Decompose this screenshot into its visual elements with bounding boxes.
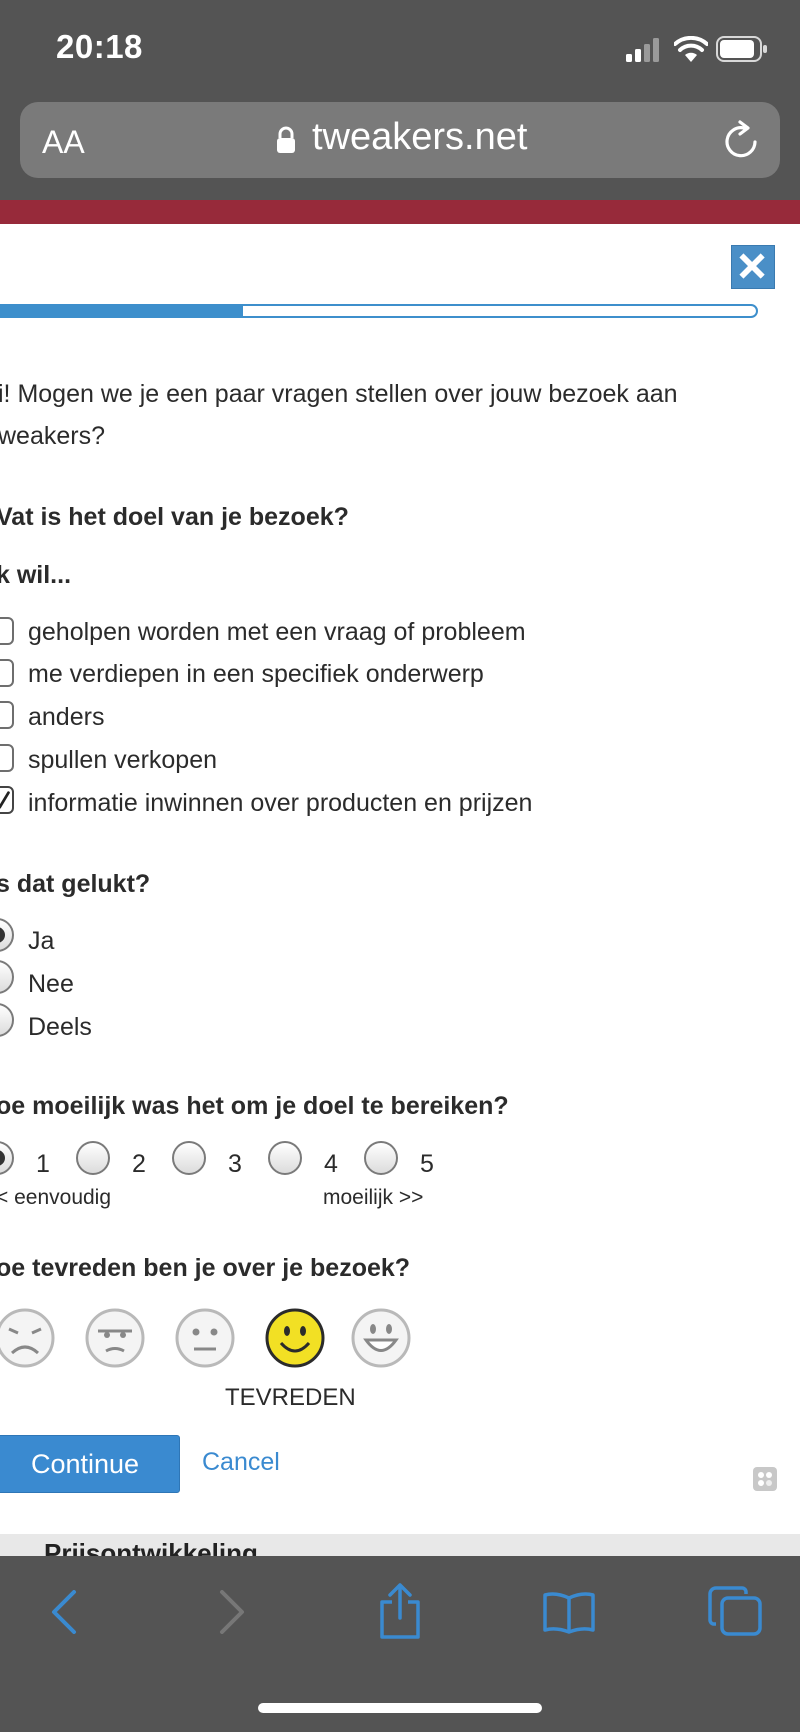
- very-happy-face-icon[interactable]: [350, 1307, 412, 1369]
- question-success-title: s dat gelukt?: [0, 870, 151, 898]
- checkbox-product-info[interactable]: [0, 786, 14, 814]
- status-time: 20:18: [56, 28, 143, 65]
- radio-difficulty-4[interactable]: [268, 1141, 302, 1175]
- checkbox-sell-label: spullen verkopen: [28, 746, 218, 774]
- radio-difficulty-3[interactable]: [172, 1141, 206, 1175]
- radio-nee-label: Nee: [28, 970, 74, 998]
- radio-difficulty-2[interactable]: [76, 1141, 110, 1175]
- reload-icon[interactable]: [722, 120, 762, 162]
- site-header-band: [0, 200, 800, 224]
- difficulty-low-label: < eenvoudig: [0, 1186, 112, 1209]
- radio-difficulty-1-label: 1: [36, 1150, 50, 1178]
- cancel-link[interactable]: Cancel: [202, 1448, 280, 1477]
- tabs-icon[interactable]: [708, 1586, 764, 1636]
- bookmarks-icon[interactable]: [542, 1590, 596, 1634]
- url-domain: tweakers.net: [312, 116, 528, 158]
- checkmark-icon: [0, 791, 10, 809]
- question-purpose-subtitle: k wil...: [0, 561, 72, 589]
- home-indicator: [258, 1703, 542, 1713]
- radio-difficulty-5-label: 5: [420, 1150, 434, 1178]
- wifi-icon: [674, 36, 708, 62]
- checkbox-help[interactable]: [0, 617, 14, 645]
- battery-icon: [716, 36, 767, 62]
- checkbox-deepen[interactable]: [0, 659, 14, 687]
- radio-difficulty-3-label: 3: [228, 1150, 242, 1178]
- background-section-heading: Prijsontwikkeling: [44, 1538, 258, 1556]
- radio-difficulty-5[interactable]: [364, 1141, 398, 1175]
- forward-icon[interactable]: [216, 1590, 248, 1634]
- checkbox-help-label: geholpen worden met een vraag of problee…: [28, 618, 526, 646]
- radio-ja-label: Ja: [28, 927, 55, 955]
- happy-face-icon[interactable]: [264, 1307, 326, 1369]
- checkbox-deepen-label: me verdiepen in een specifiek onderwerp: [28, 660, 484, 688]
- difficulty-high-label: moeilijk >>: [323, 1186, 424, 1209]
- survey-provider-icon: [753, 1467, 777, 1491]
- very-unhappy-face-icon[interactable]: [0, 1307, 56, 1369]
- progress-bar-fill: [0, 304, 244, 318]
- satisfaction-selected-label: TEVREDEN: [225, 1384, 356, 1411]
- unhappy-face-icon[interactable]: [84, 1307, 146, 1369]
- lock-icon: [277, 126, 295, 153]
- neutral-face-icon[interactable]: [174, 1307, 236, 1369]
- checkbox-other[interactable]: [0, 701, 14, 729]
- checkbox-sell[interactable]: [0, 744, 14, 772]
- checkbox-other-label: anders: [28, 703, 105, 731]
- back-icon[interactable]: [48, 1590, 80, 1634]
- intro-text-line-1: i! Mogen we je een paar vragen stellen o…: [0, 380, 678, 408]
- close-icon: [739, 253, 765, 279]
- cellular-signal-icon: [626, 38, 659, 62]
- text-size-button[interactable]: AA: [42, 124, 85, 161]
- question-difficulty-title: oe moeilijk was het om je doel te bereik…: [0, 1092, 509, 1120]
- question-satisfaction-title: oe tevreden ben je over je bezoek?: [0, 1254, 411, 1282]
- radio-difficulty-2-label: 2: [132, 1150, 146, 1178]
- intro-text-line-2: weakers?: [0, 422, 105, 450]
- checkbox-product-info-label: informatie inwinnen over producten en pr…: [28, 789, 533, 817]
- close-button[interactable]: [731, 245, 775, 289]
- continue-button[interactable]: Continue: [0, 1435, 180, 1493]
- question-purpose-title: Vat is het doel van je bezoek?: [0, 503, 349, 531]
- radio-difficulty-4-label: 4: [324, 1150, 338, 1178]
- radio-deels-label: Deels: [28, 1013, 92, 1041]
- share-icon[interactable]: [376, 1582, 424, 1640]
